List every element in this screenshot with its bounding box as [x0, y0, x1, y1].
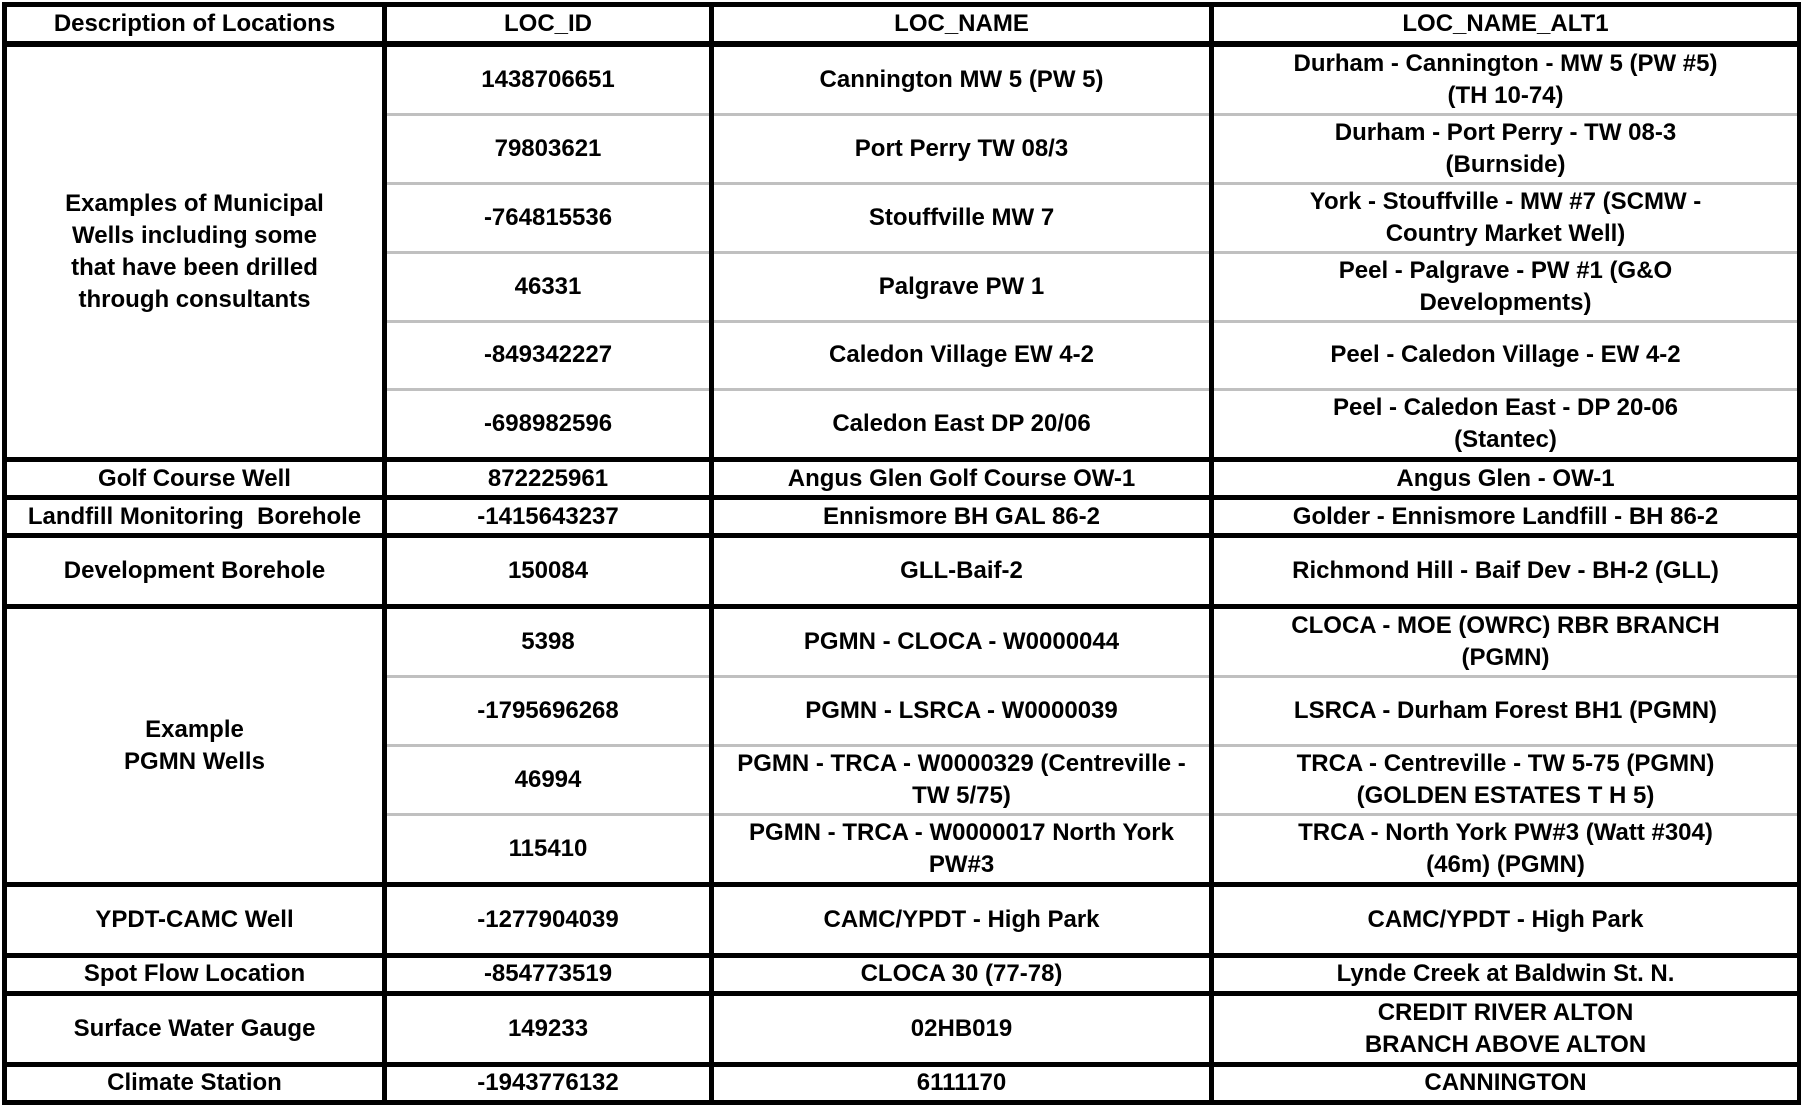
table-row: Surface Water Gauge 149233 02HB019 CREDI…	[2, 990, 1801, 1067]
group-description: Spot Flow Location	[2, 952, 387, 996]
loc-id-cell: 1438706651	[382, 41, 714, 116]
loc-id-cell: -764815536	[382, 181, 714, 254]
loc-name-alt1-cell: TRCA - North York PW#3 (Watt #304) (46m)…	[1209, 812, 1801, 887]
loc-name-cell: Cannington MW 5 (PW 5)	[709, 41, 1214, 116]
table-row: Landfill Monitoring Borehole -1415643237…	[2, 495, 1801, 539]
loc-name-alt1-cell: Golder - Ennismore Landfill - BH 86-2	[1209, 495, 1801, 539]
loc-name-alt1-cell: Richmond Hill - Baif Dev - BH-2 (GLL)	[1209, 533, 1801, 610]
loc-name-alt1-cell: LSRCA - Durham Forest BH1 (PGMN)	[1209, 675, 1801, 748]
loc-id-cell: 5398	[382, 604, 714, 679]
loc-name-alt1-cell: TRCA - Centreville - TW 5-75 (PGMN) (GOL…	[1209, 744, 1801, 816]
loc-name-cell: Caledon Village EW 4-2	[709, 319, 1214, 392]
group-description: Examples of Municipal Wells including so…	[2, 41, 387, 463]
loc-name-cell: Ennismore BH GAL 86-2	[709, 495, 1214, 539]
loc-id-cell: 79803621	[382, 112, 714, 185]
loc-name-cell: PGMN - TRCA - W0000017 North York PW#3	[709, 812, 1214, 887]
loc-id-cell: -1277904039	[382, 881, 714, 958]
group-description: Example PGMN Wells	[2, 604, 387, 887]
loc-name-alt1-cell: Durham - Port Perry - TW 08-3 (Burnside)	[1209, 112, 1801, 185]
loc-id-cell: -1795696268	[382, 675, 714, 748]
loc-id-cell: 46994	[382, 744, 714, 816]
header-loc-id: LOC_ID	[382, 2, 714, 47]
table-row: Development Borehole 150084 GLL-Baif-2 R…	[2, 533, 1801, 610]
loc-id-cell: 149233	[382, 990, 714, 1067]
group-description: Climate Station	[2, 1061, 387, 1106]
loc-name-cell: PGMN - CLOCA - W0000044	[709, 604, 1214, 679]
loc-id-cell: 150084	[382, 533, 714, 610]
loc-name-alt1-cell: York - Stouffville - MW #7 (SCMW - Count…	[1209, 181, 1801, 254]
header-description: Description of Locations	[2, 2, 387, 47]
loc-name-cell: PGMN - LSRCA - W0000039	[709, 675, 1214, 748]
group-description: YPDT-CAMC Well	[2, 881, 387, 958]
loc-id-cell: -1415643237	[382, 495, 714, 539]
loc-id-cell: -854773519	[382, 952, 714, 996]
loc-name-cell: PGMN - TRCA - W0000329 (Centreville - TW…	[709, 744, 1214, 816]
loc-name-alt1-cell: Durham - Cannington - MW 5 (PW #5) (TH 1…	[1209, 41, 1801, 116]
group-description: Development Borehole	[2, 533, 387, 610]
locations-table: Description of Locations LOC_ID LOC_NAME…	[2, 2, 1801, 1106]
loc-name-cell: Angus Glen Golf Course OW-1	[709, 457, 1214, 501]
loc-name-alt1-cell: CANNINGTON	[1209, 1061, 1801, 1106]
loc-name-alt1-cell: Peel - Caledon East - DP 20-06 (Stantec)	[1209, 388, 1801, 463]
table-row: YPDT-CAMC Well -1277904039 CAMC/YPDT - H…	[2, 881, 1801, 958]
loc-name-cell: 02HB019	[709, 990, 1214, 1067]
loc-name-cell: CAMC/YPDT - High Park	[709, 881, 1214, 958]
loc-name-alt1-cell: Angus Glen - OW-1	[1209, 457, 1801, 501]
loc-name-alt1-cell: Peel - Caledon Village - EW 4-2	[1209, 319, 1801, 392]
loc-name-alt1-cell: Lynde Creek at Baldwin St. N.	[1209, 952, 1801, 996]
loc-name-alt1-cell: Peel - Palgrave - PW #1 (G&O Development…	[1209, 250, 1801, 323]
loc-name-alt1-cell: CLOCA - MOE (OWRC) RBR BRANCH (PGMN)	[1209, 604, 1801, 679]
table-row: Example PGMN Wells 5398 PGMN - CLOCA - W…	[2, 604, 1801, 887]
loc-id-cell: 46331	[382, 250, 714, 323]
loc-name-alt1-cell: CAMC/YPDT - High Park	[1209, 881, 1801, 958]
loc-name-cell: Palgrave PW 1	[709, 250, 1214, 323]
table-row: Spot Flow Location -854773519 CLOCA 30 (…	[2, 952, 1801, 996]
group-description: Surface Water Gauge	[2, 990, 387, 1067]
header-loc-name: LOC_NAME	[709, 2, 1214, 47]
group-description: Landfill Monitoring Borehole	[2, 495, 387, 539]
loc-id-cell: -849342227	[382, 319, 714, 392]
loc-id-cell: -1943776132	[382, 1061, 714, 1106]
table-row: Examples of Municipal Wells including so…	[2, 41, 1801, 463]
group-description: Golf Course Well	[2, 457, 387, 501]
loc-id-cell: 115410	[382, 812, 714, 887]
loc-name-cell: Caledon East DP 20/06	[709, 388, 1214, 463]
loc-name-cell: CLOCA 30 (77-78)	[709, 952, 1214, 996]
table-row: Golf Course Well 872225961 Angus Glen Go…	[2, 457, 1801, 501]
loc-name-alt1-cell: CREDIT RIVER ALTON BRANCH ABOVE ALTON	[1209, 990, 1801, 1067]
loc-name-cell: Port Perry TW 08/3	[709, 112, 1214, 185]
header-row: Description of Locations LOC_ID LOC_NAME…	[2, 2, 1801, 47]
loc-id-cell: 872225961	[382, 457, 714, 501]
table-row: Climate Station -1943776132 6111170 CANN…	[2, 1061, 1801, 1106]
loc-name-cell: 6111170	[709, 1061, 1214, 1106]
header-loc-name-alt1: LOC_NAME_ALT1	[1209, 2, 1801, 47]
loc-name-cell: Stouffville MW 7	[709, 181, 1214, 254]
loc-name-cell: GLL-Baif-2	[709, 533, 1214, 610]
loc-id-cell: -698982596	[382, 388, 714, 463]
